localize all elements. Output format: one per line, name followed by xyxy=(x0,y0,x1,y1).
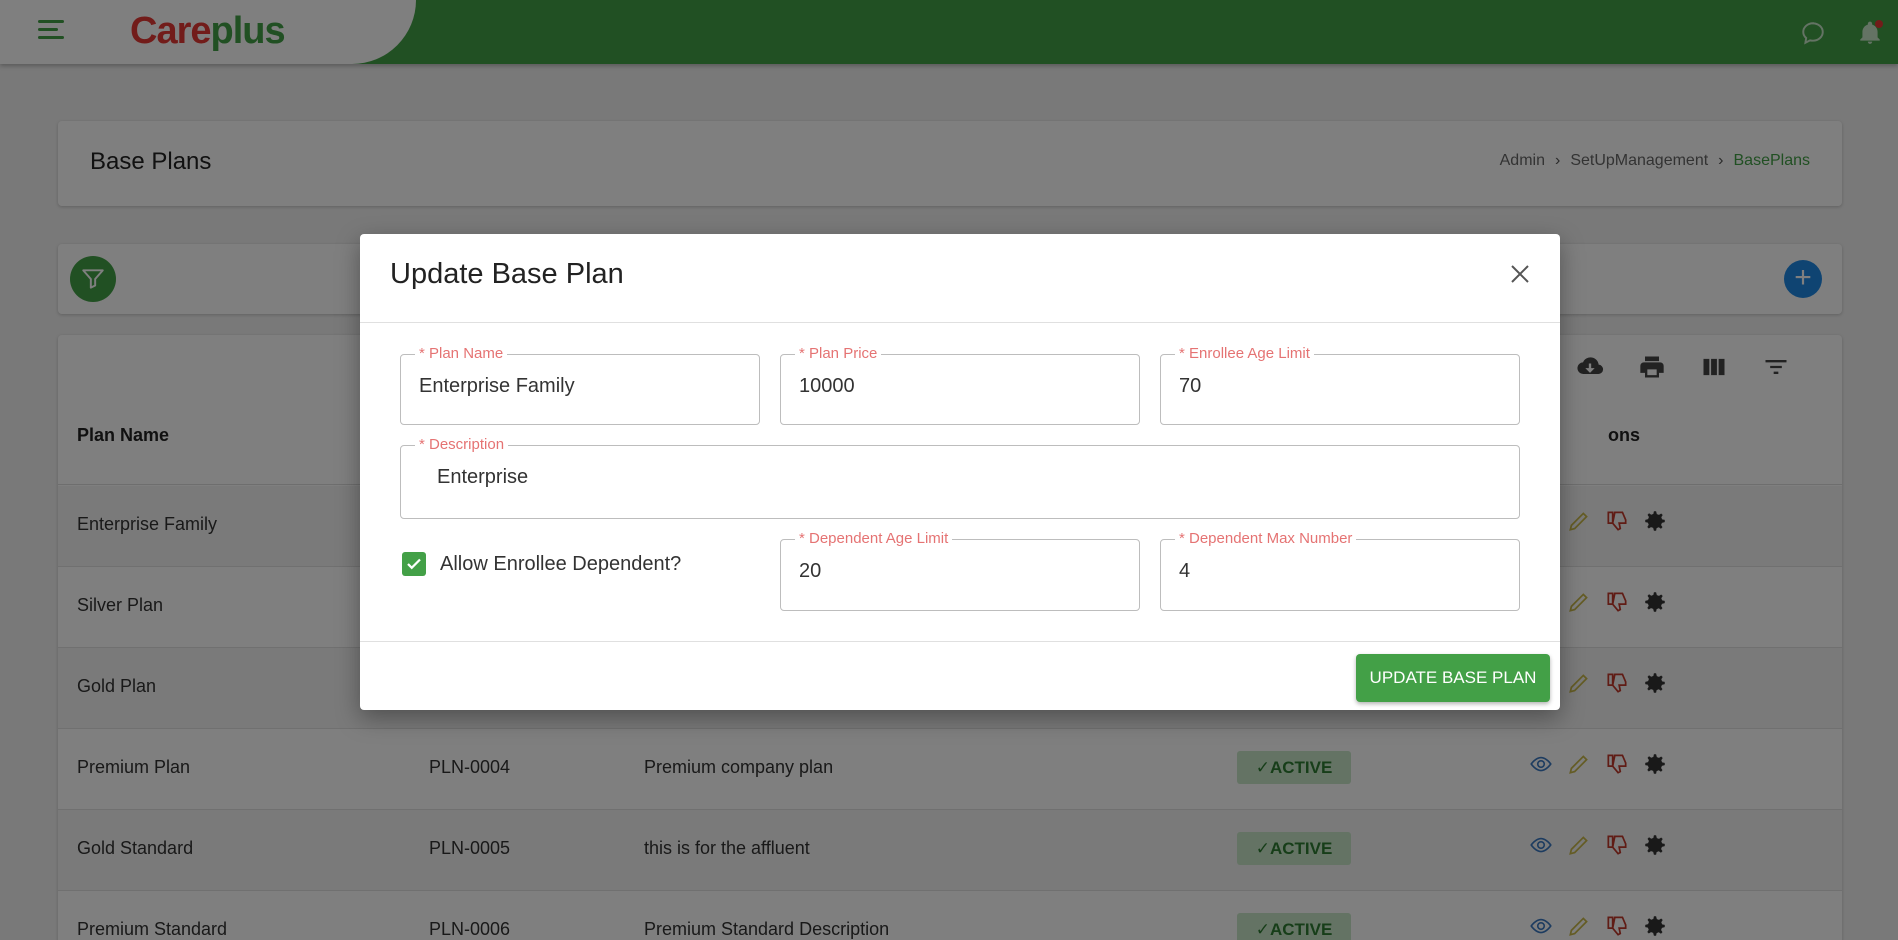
dependent-age-limit-label: * Dependent Age Limit xyxy=(795,530,953,547)
modal-divider xyxy=(360,322,1560,323)
dependent-max-number-field: * Dependent Max Number xyxy=(1160,530,1520,611)
enrollee-age-limit-label: * Enrollee Age Limit xyxy=(1175,345,1314,362)
plan-name-input[interactable] xyxy=(419,375,741,398)
enrollee-age-limit-field: * Enrollee Age Limit xyxy=(1160,345,1520,425)
modal-divider xyxy=(360,641,1560,642)
plan-name-label: * Plan Name xyxy=(415,345,508,362)
close-icon[interactable] xyxy=(1508,262,1532,286)
allow-dependent-label: Allow Enrollee Dependent? xyxy=(440,552,682,575)
update-base-plan-modal: Update Base Plan * Plan Name * Plan Pric… xyxy=(360,234,1560,710)
modal-title: Update Base Plan xyxy=(390,258,624,290)
plan-price-field: * Plan Price xyxy=(780,345,1140,425)
plan-price-label: * Plan Price xyxy=(795,345,882,362)
description-label: * Description xyxy=(415,436,509,453)
dependent-age-limit-input[interactable] xyxy=(799,560,1121,583)
allow-dependent-checkbox[interactable]: Allow Enrollee Dependent? xyxy=(402,552,681,576)
dependent-max-number-label: * Dependent Max Number xyxy=(1175,530,1357,547)
update-base-plan-button[interactable]: UPDATE BASE PLAN xyxy=(1356,654,1550,702)
dependent-max-number-input[interactable] xyxy=(1179,560,1501,583)
description-field: * Description xyxy=(400,436,1520,519)
dependent-age-limit-field: * Dependent Age Limit xyxy=(780,530,1140,611)
description-input[interactable] xyxy=(437,466,1519,489)
plan-name-field: * Plan Name xyxy=(400,345,760,425)
checkbox-checked-icon[interactable] xyxy=(402,552,426,576)
enrollee-age-limit-input[interactable] xyxy=(1179,375,1501,398)
plan-price-input[interactable] xyxy=(799,375,1121,398)
